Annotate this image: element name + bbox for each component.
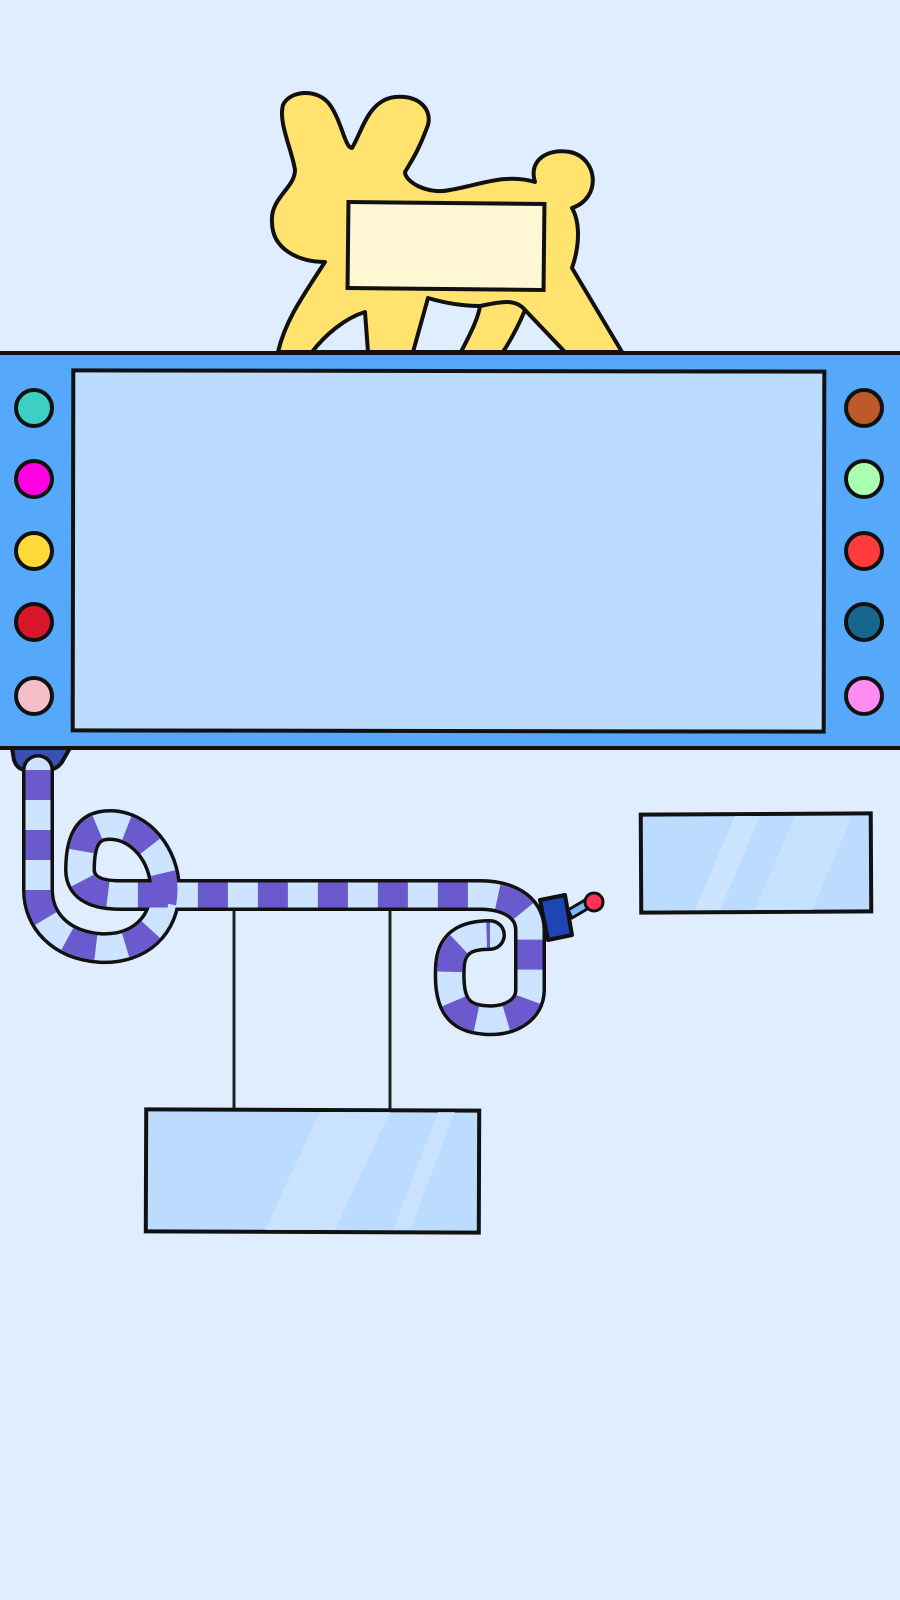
left-button-yellow[interactable] <box>14 531 54 571</box>
right-button-dark-teal[interactable] <box>844 602 884 642</box>
game-scene <box>0 91 900 1235</box>
game-stage <box>0 0 900 1600</box>
left-button-magenta[interactable] <box>14 459 54 499</box>
right-button-light-magenta[interactable] <box>844 676 884 716</box>
left-button-teal[interactable] <box>14 388 54 428</box>
mascot-label-plate <box>345 199 547 293</box>
main-board <box>0 351 900 750</box>
yellow-dog-icon[interactable] <box>269 91 624 354</box>
left-button-crimson[interactable] <box>14 602 54 642</box>
right-button-mint[interactable] <box>844 459 884 499</box>
hanging-glass-panel[interactable] <box>143 1107 482 1235</box>
left-button-pink[interactable] <box>14 676 54 716</box>
right-button-red[interactable] <box>844 531 884 571</box>
board-screen[interactable] <box>70 368 827 734</box>
right-glass-panel[interactable] <box>638 811 874 915</box>
striped-hose-icon[interactable] <box>22 754 605 1037</box>
right-button-brown[interactable] <box>844 388 884 428</box>
hose-nozzle <box>538 891 605 942</box>
